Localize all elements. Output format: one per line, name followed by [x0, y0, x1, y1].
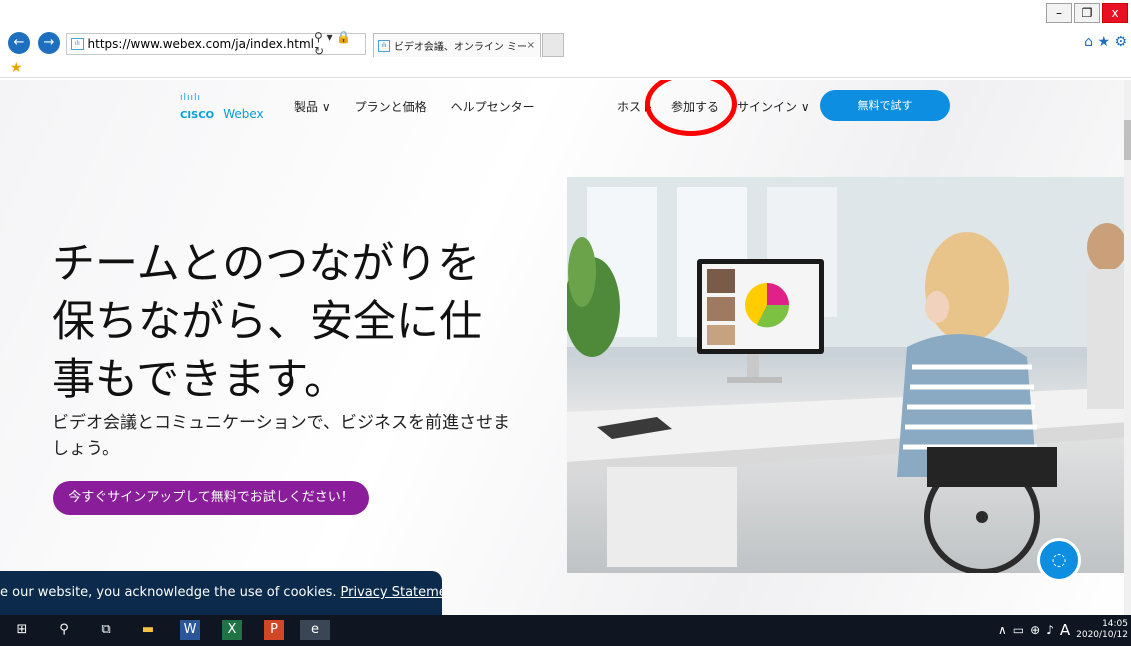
- favorites-star-icon[interactable]: ★: [10, 60, 23, 76]
- logo-webex-text: Webex: [223, 107, 264, 121]
- url-text[interactable]: https://www.webex.com/ja/index.html: [88, 37, 314, 51]
- word-icon[interactable]: W: [180, 620, 200, 640]
- volume-icon[interactable]: ♪: [1046, 623, 1054, 637]
- chat-bubble-button[interactable]: ◌: [1037, 538, 1081, 582]
- new-tab-button[interactable]: [542, 33, 564, 57]
- search-icon[interactable]: ⚲: [54, 620, 74, 640]
- excel-icon[interactable]: X: [222, 620, 242, 640]
- clock[interactable]: 14:05 2020/10/12: [1076, 619, 1131, 641]
- chevron-up-icon[interactable]: ∧: [998, 623, 1007, 637]
- restore-button[interactable]: ❐: [1074, 3, 1100, 23]
- window-controls: – ❐ x: [1046, 3, 1128, 23]
- main-nav: 製品 ∨ プランと価格 ヘルプセンター: [294, 98, 535, 115]
- battery-icon[interactable]: ▭: [1013, 623, 1024, 637]
- nav-signin[interactable]: サインイン ∨: [737, 98, 810, 115]
- hero-line-3: 事もできます。: [52, 355, 347, 405]
- tab-webex[interactable]: ılı ビデオ会議、オンライン ミーティ... ×: [373, 33, 541, 57]
- cisco-bars-icon: ılıılı: [180, 93, 202, 103]
- arrow-right-icon: →: [43, 35, 55, 50]
- windows-taskbar: ⊞ ⚲ ⧉ ▬ W X P e ∧ ▭ ⊕ ♪ A 14:05 2020/10/…: [0, 615, 1131, 646]
- cookie-text: e our website, you acknowledge the use o…: [0, 585, 337, 600]
- hero-line-2: 保ちながら、安全に仕: [52, 297, 482, 347]
- clock-date: 2020/10/12: [1076, 630, 1128, 640]
- privacy-statement-link[interactable]: Privacy Statement: [341, 585, 442, 600]
- close-tab-icon[interactable]: ×: [527, 40, 535, 51]
- forward-button[interactable]: →: [38, 32, 60, 54]
- cisco-webex-logo[interactable]: ılıılı CISCO Webex: [180, 94, 264, 122]
- cisco-favicon-icon: ılı: [71, 38, 84, 50]
- file-explorer-icon[interactable]: ▬: [138, 620, 158, 640]
- hero-heading: チームとのつながりを 保ちながら、安全に仕 事もできます。: [52, 235, 522, 409]
- back-button[interactable]: ←: [8, 32, 30, 54]
- free-trial-button[interactable]: 無料で試す: [820, 90, 950, 121]
- cookie-banner: e our website, you acknowledge the use o…: [0, 571, 442, 615]
- windows-start-icon[interactable]: ⊞: [12, 620, 32, 640]
- nav-plans[interactable]: プランと価格: [355, 98, 427, 115]
- hero-photo: [567, 177, 1131, 573]
- minimize-button[interactable]: –: [1046, 3, 1072, 23]
- signup-cta-button[interactable]: 今すぐサインアップして無料でお試しください！: [53, 481, 369, 515]
- arrow-left-icon: ←: [13, 35, 25, 50]
- webex-page: ılıılı CISCO Webex 製品 ∨ プランと価格 ヘルプセンター ホ…: [0, 80, 1131, 615]
- browser-tools[interactable]: ⌂ ★ ⚙: [1084, 34, 1127, 50]
- address-bar[interactable]: ılı https://www.webex.com/ja/index.html …: [66, 30, 366, 58]
- nav-products[interactable]: 製品 ∨: [294, 98, 331, 115]
- address-bar-icons[interactable]: ⚲ ▾ 🔒 ↻: [314, 30, 365, 58]
- scrollbar-thumb[interactable]: [1124, 120, 1131, 160]
- favorites-bar: ★: [0, 58, 1131, 78]
- logo-cisco-text: CISCO: [180, 110, 215, 121]
- network-icon[interactable]: ⊕: [1030, 623, 1040, 637]
- ime-indicator[interactable]: A: [1060, 621, 1070, 639]
- cisco-favicon-icon: ılı: [378, 39, 390, 52]
- task-view-icon[interactable]: ⧉: [96, 620, 116, 640]
- powerpoint-icon[interactable]: P: [264, 620, 284, 640]
- highlight-circle-annotation: [645, 80, 737, 136]
- hero-subtitle: ビデオ会議とコミュニケーションで、ビジネスを前進させましょう。: [52, 413, 510, 459]
- chat-icon: ◌: [1051, 550, 1067, 570]
- internet-explorer-icon[interactable]: e: [300, 620, 330, 640]
- page-scrollbar[interactable]: [1124, 80, 1131, 615]
- nav-help-center[interactable]: ヘルプセンター: [451, 98, 535, 115]
- clock-time: 14:05: [1102, 619, 1128, 629]
- hero-line-1: チームとのつながりを: [52, 239, 481, 289]
- browser-chrome: – ❐ x ← → ılı https://www.webex.com/ja/i…: [0, 0, 1131, 80]
- close-window-button[interactable]: x: [1102, 3, 1128, 23]
- system-tray: ∧ ▭ ⊕ ♪ A 14:05 2020/10/12: [998, 619, 1131, 641]
- office-scene-image: [567, 177, 1131, 573]
- tab-title: ビデオ会議、オンライン ミーティ...: [393, 42, 527, 53]
